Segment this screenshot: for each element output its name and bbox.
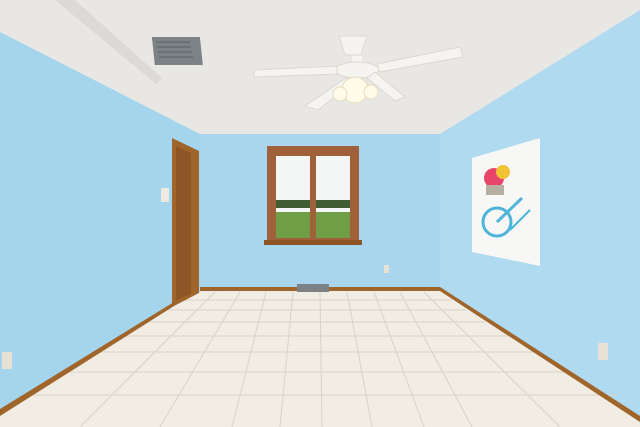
light-switch (161, 188, 169, 202)
window-grass-right (316, 212, 350, 238)
outlet-icon-right (598, 343, 608, 360)
art-basket (486, 185, 504, 195)
art-flowers-2 (496, 165, 510, 179)
outlet-icon-back (384, 265, 389, 273)
floor-vent-icon (297, 284, 329, 292)
window-grass-left (276, 212, 310, 238)
wall-art-icon (472, 138, 540, 266)
door-panel (176, 146, 191, 300)
outlet-icon (2, 352, 12, 369)
empty-room-photo (0, 0, 640, 427)
window-sill (264, 240, 362, 245)
ceiling-vent-icon (151, 37, 203, 65)
window-trees-right (316, 200, 350, 208)
window-trees-left (276, 200, 310, 208)
